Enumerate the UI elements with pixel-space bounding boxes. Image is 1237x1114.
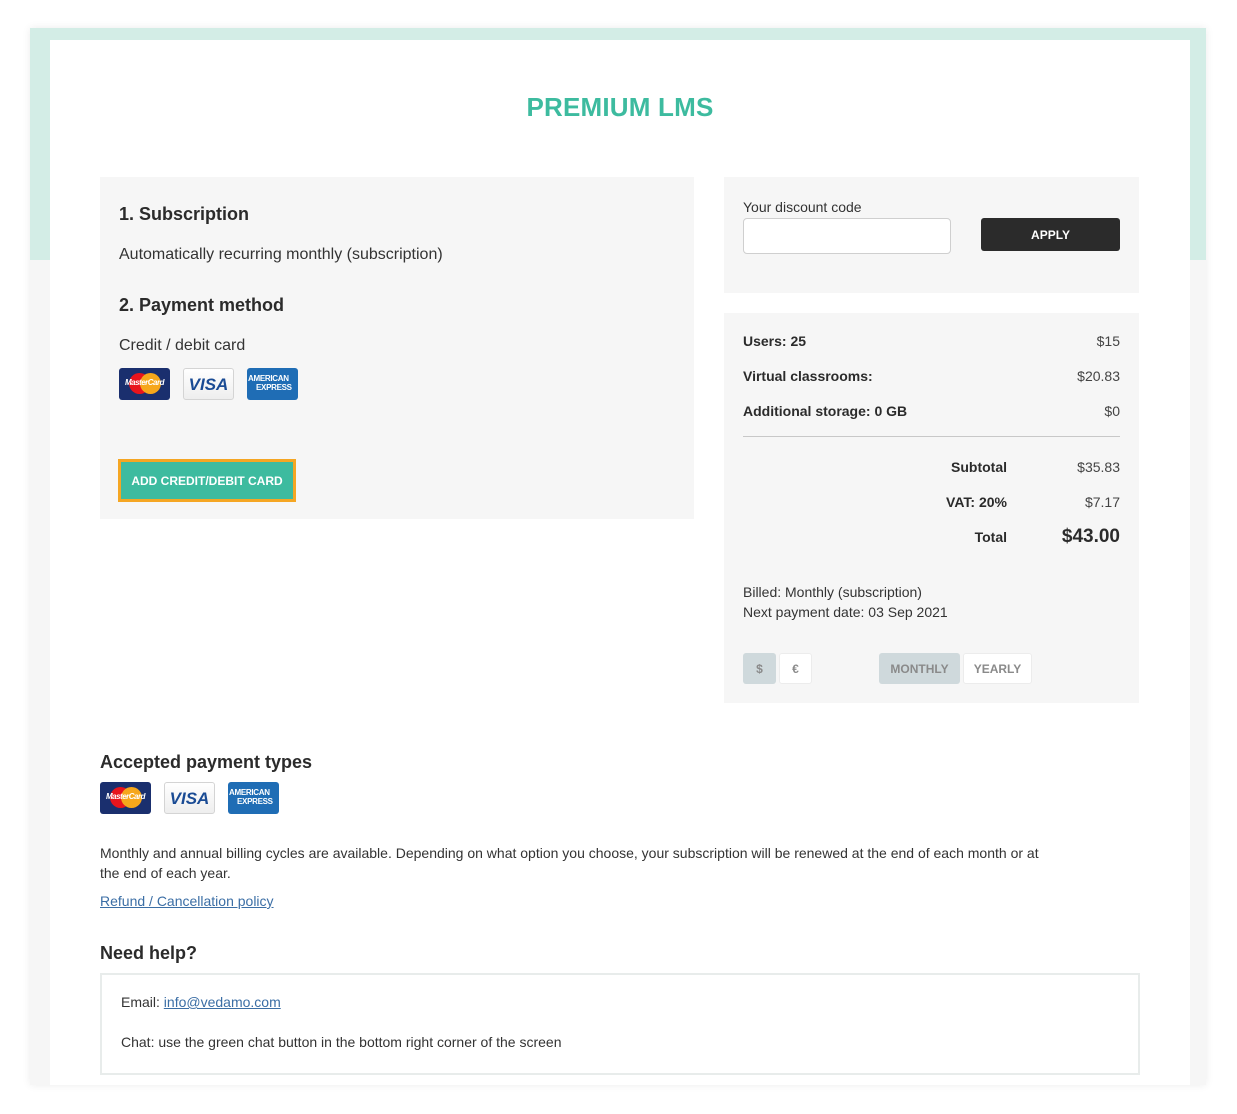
subscription-description: Automatically recurring monthly (subscri… — [119, 246, 443, 263]
vat-value: $7.17 — [1084, 494, 1120, 510]
amex-icon: AMERICAN EXPRESS — [228, 782, 279, 814]
accepted-payment-heading: Accepted payment types — [100, 752, 313, 772]
page-title: PREMIUM LMS — [526, 92, 714, 122]
billing-monthly-button[interactable]: MONTHLY — [879, 653, 960, 684]
mastercard-icon: MasterCard — [119, 368, 170, 400]
billing-cycle-text: Billed: Monthly (subscription) — [743, 584, 922, 600]
help-email-line: Email: info@vedamo.com — [121, 994, 281, 1010]
discount-code-input[interactable] — [743, 218, 951, 254]
subtotal-row: Subtotal $35.83 — [887, 459, 1120, 475]
page-container: PREMIUM LMS 1. Subscription Automaticall… — [30, 28, 1206, 1085]
total-value: $43.00 — [1061, 526, 1120, 547]
line-item-value: $20.83 — [1077, 368, 1120, 384]
currency-usd-button[interactable]: $ — [743, 653, 776, 684]
summary-row-storage: Additional storage: 0 GB $0 — [743, 403, 1120, 419]
mastercard-icon: MasterCard — [100, 782, 151, 814]
vat-label: VAT: 20% — [946, 494, 1007, 510]
summary-row-users: Users: 25 $15 — [743, 333, 1120, 349]
summary-divider — [743, 436, 1120, 437]
visa-icon: VISA — [164, 782, 215, 814]
apply-discount-button[interactable]: APPLY — [981, 218, 1120, 251]
billing-yearly-button[interactable]: YEARLY — [963, 653, 1032, 684]
line-item-value: $0 — [1104, 403, 1120, 419]
help-chat-line: Chat: use the green chat button in the b… — [121, 1034, 562, 1050]
line-item-label: Users: 25 — [743, 333, 807, 349]
refund-policy-link[interactable]: Refund / Cancellation policy — [100, 893, 274, 909]
payment-method-heading: 2. Payment method — [119, 295, 285, 315]
summary-row-virtual-classrooms: Virtual classrooms: $20.83 — [743, 368, 1120, 384]
subtotal-label: Subtotal — [951, 459, 1007, 475]
need-help-heading: Need help? — [100, 943, 198, 963]
order-details-panel: 1. Subscription Automatically recurring … — [100, 177, 694, 519]
payment-method-logos: MasterCard VISA AMERICAN EXPRESS — [119, 368, 298, 400]
line-item-label: Virtual classrooms: — [743, 368, 873, 384]
total-row: Total $43.00 — [887, 526, 1120, 548]
email-label: Email: — [121, 994, 164, 1010]
vat-row: VAT: 20% $7.17 — [887, 494, 1120, 510]
subtotal-value: $35.83 — [1077, 459, 1120, 475]
support-email-link[interactable]: info@vedamo.com — [164, 994, 281, 1010]
help-box: Email: info@vedamo.com Chat: use the gre… — [100, 973, 1140, 1075]
checkout-card: PREMIUM LMS 1. Subscription Automaticall… — [50, 40, 1190, 1085]
line-item-value: $15 — [1096, 333, 1120, 349]
billing-cycles-description: Monthly and annual billing cycles are av… — [100, 845, 1039, 881]
currency-eur-button[interactable]: € — [779, 653, 812, 684]
add-credit-card-button[interactable]: ADD CREDIT/DEBIT CARD — [118, 459, 296, 502]
amex-icon: AMERICAN EXPRESS — [247, 368, 298, 400]
order-summary-panel: Users: 25 $15 Virtual classrooms: $20.83… — [724, 313, 1139, 703]
line-item-label: Additional storage: 0 GB — [743, 403, 908, 419]
payment-method-type: Credit / debit card — [119, 337, 246, 354]
total-label: Total — [974, 529, 1007, 545]
subscription-heading: 1. Subscription — [119, 204, 250, 224]
discount-panel: Your discount code APPLY — [724, 177, 1139, 293]
visa-icon: VISA — [183, 368, 234, 400]
next-payment-date: Next payment date: 03 Sep 2021 — [743, 604, 948, 620]
discount-code-label: Your discount code — [743, 199, 862, 215]
accepted-payment-logos: MasterCard VISA AMERICAN EXPRESS — [100, 782, 279, 814]
